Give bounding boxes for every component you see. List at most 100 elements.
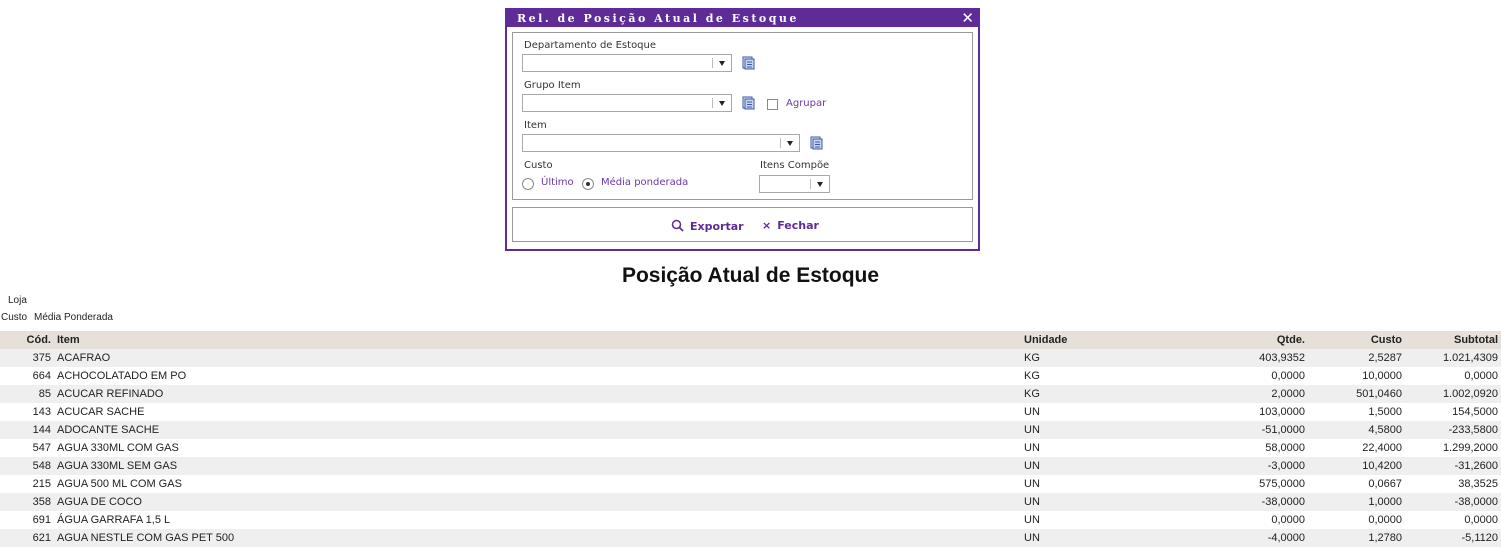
custo-media-label[interactable]: Média ponderada [601, 177, 688, 188]
cell-qtde: 58,0000 [1265, 442, 1305, 454]
cell-subtotal: -233,5800 [1405, 421, 1501, 439]
table-row: 548 AGUA 330ML SEM GAS UN -3,0000 10,420… [0, 457, 1501, 475]
cell-unidade: UN [1021, 493, 1226, 511]
select-separator [780, 138, 781, 148]
cell-qtde: 103,0000 [1259, 406, 1305, 418]
cell-unidade: UN [1024, 478, 1040, 490]
cell-unidade: UN [1024, 442, 1040, 454]
grupo-item-label: Grupo Item [524, 80, 581, 91]
cell-unidade: UN [1024, 514, 1040, 526]
close-icon: × [762, 219, 772, 232]
table-row: 664 ACHOCOLATADO EM PO KG 0,0000 10,0000… [0, 367, 1501, 385]
cell-cod: 691 [32, 514, 51, 526]
cell-subtotal: 1.002,0920 [1405, 385, 1501, 403]
cell-subtotal: -38,0000 [1405, 493, 1501, 511]
cell-qtde: -4,0000 [1226, 529, 1308, 547]
loja-label: Loja [8, 295, 27, 306]
table-row: 547 AGUA 330ML COM GAS UN 58,0000 22,400… [0, 439, 1501, 457]
chevron-down-icon[interactable] [787, 141, 793, 146]
departamento-label: Departamento de Estoque [524, 40, 657, 51]
cell-unidade: KG [1021, 349, 1226, 367]
grupo-item-select[interactable] [522, 94, 732, 112]
cell-cod: 143 [32, 406, 51, 418]
itens-compoe-select[interactable] [759, 175, 830, 193]
cell-cod: 621 [0, 529, 54, 547]
lookup-list-icon[interactable] [741, 56, 755, 70]
cell-unidade: KG [1021, 385, 1226, 403]
close-icon[interactable]: ✕ [961, 10, 974, 27]
cell-cod: 548 [0, 457, 54, 475]
cell-unidade: UN [1021, 457, 1226, 475]
chevron-down-icon[interactable] [817, 182, 823, 187]
item-select[interactable] [522, 134, 800, 152]
table-row: 144 ADOCANTE SACHE UN -51,0000 4,5800 -2… [0, 421, 1501, 439]
col-header-unidade: Unidade [1021, 331, 1226, 349]
cell-item: AGUA 330ML COM GAS [57, 442, 179, 454]
table-row: 143 ACUCAR SACHE UN 103,0000 1,5000 154,… [0, 403, 1501, 421]
table-row: 691 ÁGUA GARRAFA 1,5 L UN 0,0000 0,0000 … [0, 511, 1501, 529]
cell-item: ÁGUA GARRAFA 1,5 L [57, 514, 171, 526]
select-separator [712, 58, 713, 68]
exportar-button[interactable]: Exportar [671, 219, 744, 233]
departamento-select[interactable] [522, 54, 732, 72]
cell-cod: 375 [0, 349, 54, 367]
cell-cod: 85 [0, 385, 54, 403]
cell-qtde: -3,0000 [1226, 457, 1308, 475]
custo-ultimo-label[interactable]: Último [541, 177, 574, 188]
col-header-item: Item [54, 331, 1021, 349]
select-separator [810, 179, 811, 189]
table-row: 621 AGUA NESTLE COM GAS PET 500 UN -4,00… [0, 529, 1501, 547]
filter-form-panel: Departamento de Estoque Grupo Item Agrup… [512, 32, 973, 200]
cell-subtotal: 0,0000 [1464, 370, 1498, 382]
item-label: Item [524, 120, 547, 131]
cell-item: ADOCANTE SACHE [54, 421, 1021, 439]
table-row: 215 AGUA 500 ML COM GAS UN 575,0000 0,06… [0, 475, 1501, 493]
cell-custo: 4,5800 [1308, 421, 1405, 439]
report-title: Posição Atual de Estoque [621, 264, 880, 287]
chevron-down-icon[interactable] [719, 61, 725, 66]
cell-item: ACUCAR REFINADO [54, 385, 1021, 403]
cell-cod: 547 [32, 442, 51, 454]
search-icon [671, 219, 684, 232]
table-row: 375 ACAFRAO KG 403,9352 2,5287 1.021,430… [0, 349, 1501, 367]
dialog-titlebar[interactable]: Rel. de Posição Atual de Estoque ✕ [507, 10, 978, 27]
cell-custo: 501,0460 [1308, 385, 1405, 403]
custo-meta-label: Custo [1, 312, 28, 323]
cell-unidade: UN [1021, 529, 1226, 547]
custo-media-radio[interactable] [582, 178, 594, 190]
cell-qtde: -38,0000 [1226, 493, 1308, 511]
cell-subtotal: 0,0000 [1464, 514, 1498, 526]
stock-table: Cód. Item Unidade Qtde. Custo Subtotal 3… [0, 331, 1501, 547]
table-row: 358 AGUA DE COCO UN -38,0000 1,0000 -38,… [0, 493, 1501, 511]
agrupar-label[interactable]: Agrupar [786, 98, 826, 109]
agrupar-checkbox[interactable] [767, 99, 778, 110]
cell-subtotal: -5,1120 [1405, 529, 1501, 547]
cell-cod: 215 [32, 478, 51, 490]
cell-custo: 1,2780 [1308, 529, 1405, 547]
col-header-custo: Custo [1308, 331, 1405, 349]
fechar-button[interactable]: × Fechar [762, 219, 819, 232]
custo-label: Custo [524, 160, 553, 171]
cell-unidade: UN [1024, 406, 1040, 418]
fechar-label: Fechar [777, 219, 819, 232]
select-separator [712, 98, 713, 108]
cell-custo: 1,5000 [1368, 406, 1402, 418]
custo-ultimo-radio[interactable] [522, 178, 534, 190]
dialog-actions: Exportar × Fechar [512, 207, 973, 242]
cell-custo: 2,5287 [1308, 349, 1405, 367]
cell-item: AGUA DE COCO [54, 493, 1021, 511]
chevron-down-icon[interactable] [719, 101, 725, 106]
cell-custo: 22,4000 [1362, 442, 1402, 454]
cell-unidade: KG [1024, 370, 1040, 382]
cell-qtde: 2,0000 [1226, 385, 1308, 403]
cell-item: ACHOCOLATADO EM PO [57, 370, 187, 382]
cell-item: AGUA NESTLE COM GAS PET 500 [54, 529, 1021, 547]
cell-item: AGUA 330ML SEM GAS [54, 457, 1021, 475]
lookup-list-icon[interactable] [741, 96, 755, 110]
exportar-label: Exportar [690, 220, 744, 233]
col-header-subtotal: Subtotal [1405, 331, 1501, 349]
table-header-row: Cód. Item Unidade Qtde. Custo Subtotal [0, 331, 1501, 349]
cell-cod: 358 [0, 493, 54, 511]
lookup-list-icon[interactable] [809, 136, 823, 150]
cell-qtde: 0,0000 [1271, 514, 1305, 526]
